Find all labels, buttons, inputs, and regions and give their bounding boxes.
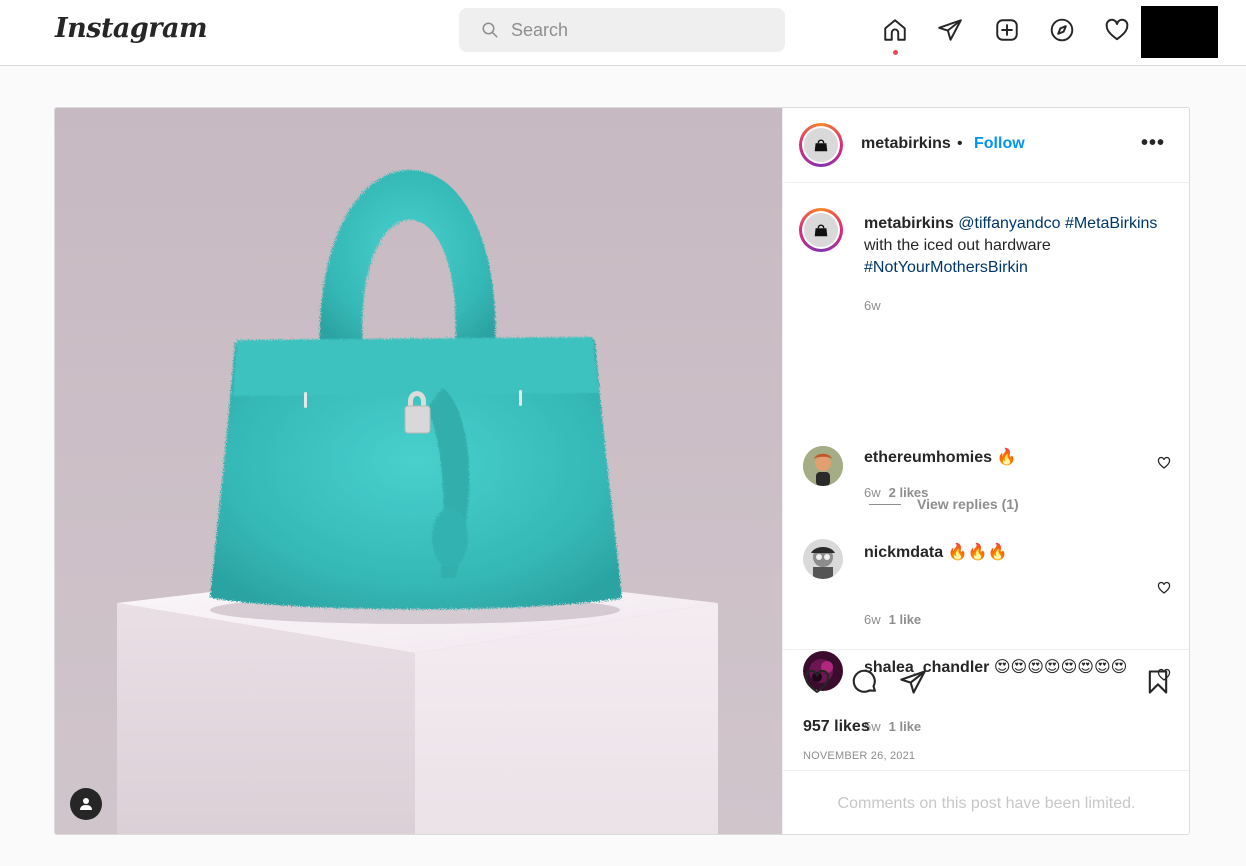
caption-avatar[interactable] bbox=[799, 208, 843, 252]
direct-icon bbox=[900, 670, 926, 694]
post-date[interactable]: NOVEMBER 26, 2021 bbox=[803, 750, 915, 762]
post-image[interactable] bbox=[55, 108, 782, 834]
notification-dot bbox=[893, 50, 898, 55]
tagged-users-button[interactable] bbox=[70, 788, 102, 820]
author-avatar[interactable] bbox=[799, 123, 843, 167]
post-header: metabirkins • Follow ••• bbox=[783, 108, 1189, 183]
explore-button[interactable] bbox=[1047, 15, 1077, 45]
comment-username[interactable]: nickmdata bbox=[864, 544, 943, 561]
direct-icon bbox=[938, 19, 962, 41]
comment-username[interactable]: ethereumhomies bbox=[864, 449, 992, 466]
save-button[interactable] bbox=[1144, 668, 1172, 696]
comment-text: 🔥 bbox=[996, 449, 1017, 466]
caption-text: with the iced out hardware bbox=[864, 237, 1051, 254]
comment-button[interactable] bbox=[851, 668, 879, 696]
caption-time[interactable]: 6w bbox=[864, 295, 1184, 317]
view-replies-button[interactable]: View replies (1) bbox=[869, 496, 1019, 512]
bookmark-icon bbox=[1148, 670, 1168, 694]
heart-icon bbox=[1105, 18, 1129, 41]
comment-likes[interactable]: 1 like bbox=[889, 612, 922, 627]
comment-icon bbox=[852, 669, 876, 693]
profile-avatar[interactable] bbox=[1141, 6, 1218, 58]
comment-meta: 6w 1 like bbox=[864, 612, 921, 627]
comment-time[interactable]: 6w bbox=[864, 612, 881, 627]
view-replies-label[interactable]: View replies (1) bbox=[917, 496, 1019, 512]
post-card: metabirkins • Follow ••• metabirkins @ti… bbox=[54, 107, 1190, 835]
top-nav: Instagram bbox=[0, 0, 1246, 66]
bag-icon bbox=[814, 139, 828, 152]
avatar-image bbox=[803, 539, 843, 579]
search-icon bbox=[482, 22, 498, 38]
replies-divider bbox=[869, 503, 901, 505]
follow-button[interactable]: Follow bbox=[974, 135, 1025, 153]
like-button[interactable] bbox=[803, 668, 831, 696]
likes-count[interactable]: 957 likes bbox=[803, 718, 870, 736]
user-icon bbox=[80, 798, 92, 810]
instagram-logo[interactable]: Instagram bbox=[55, 13, 208, 44]
home-icon bbox=[884, 19, 906, 41]
explore-icon bbox=[1050, 18, 1074, 42]
avatar-image bbox=[803, 446, 843, 486]
post-actions: 957 likes NOVEMBER 26, 2021 Comments on … bbox=[783, 649, 1189, 834]
heart-icon bbox=[1157, 581, 1171, 594]
heart-icon bbox=[804, 669, 830, 693]
home-button[interactable] bbox=[880, 15, 910, 45]
comment-like-button[interactable] bbox=[1157, 456, 1173, 472]
bag-photo bbox=[55, 108, 782, 834]
comments-list[interactable]: metabirkins @tiffanyandco #MetaBirkins w… bbox=[783, 183, 1189, 734]
caption-username[interactable]: metabirkins bbox=[864, 215, 954, 232]
comment-avatar[interactable] bbox=[803, 539, 843, 579]
share-button[interactable] bbox=[899, 668, 927, 696]
bag-icon bbox=[814, 224, 828, 237]
post-side-panel: metabirkins • Follow ••• metabirkins @ti… bbox=[782, 108, 1189, 834]
caption-mention[interactable]: @tiffanyandco bbox=[958, 215, 1060, 232]
author-username[interactable]: metabirkins bbox=[861, 135, 951, 153]
direct-button[interactable] bbox=[935, 15, 965, 45]
new-post-icon bbox=[996, 19, 1018, 41]
search-input[interactable] bbox=[511, 19, 751, 41]
more-options-button[interactable]: ••• bbox=[1141, 133, 1165, 153]
caption-hashtag[interactable]: #NotYourMothersBirkin bbox=[864, 259, 1028, 276]
comment: ethereumhomies 🔥 bbox=[864, 447, 1016, 469]
comment-text: 🔥🔥🔥 bbox=[947, 544, 1008, 561]
separator-dot: • bbox=[957, 135, 963, 152]
comment: nickmdata 🔥🔥🔥 bbox=[864, 542, 1007, 564]
caption-hashtag[interactable]: #MetaBirkins bbox=[1065, 215, 1157, 232]
caption: metabirkins @tiffanyandco #MetaBirkins w… bbox=[864, 213, 1184, 317]
comment-like-button[interactable] bbox=[1157, 581, 1173, 597]
heart-icon bbox=[1157, 456, 1171, 469]
comment-avatar[interactable] bbox=[803, 446, 843, 486]
comments-limited-notice: Comments on this post have been limited. bbox=[783, 770, 1189, 834]
activity-button[interactable] bbox=[1102, 15, 1132, 45]
search-bar[interactable] bbox=[459, 8, 785, 52]
new-post-button[interactable] bbox=[992, 15, 1022, 45]
